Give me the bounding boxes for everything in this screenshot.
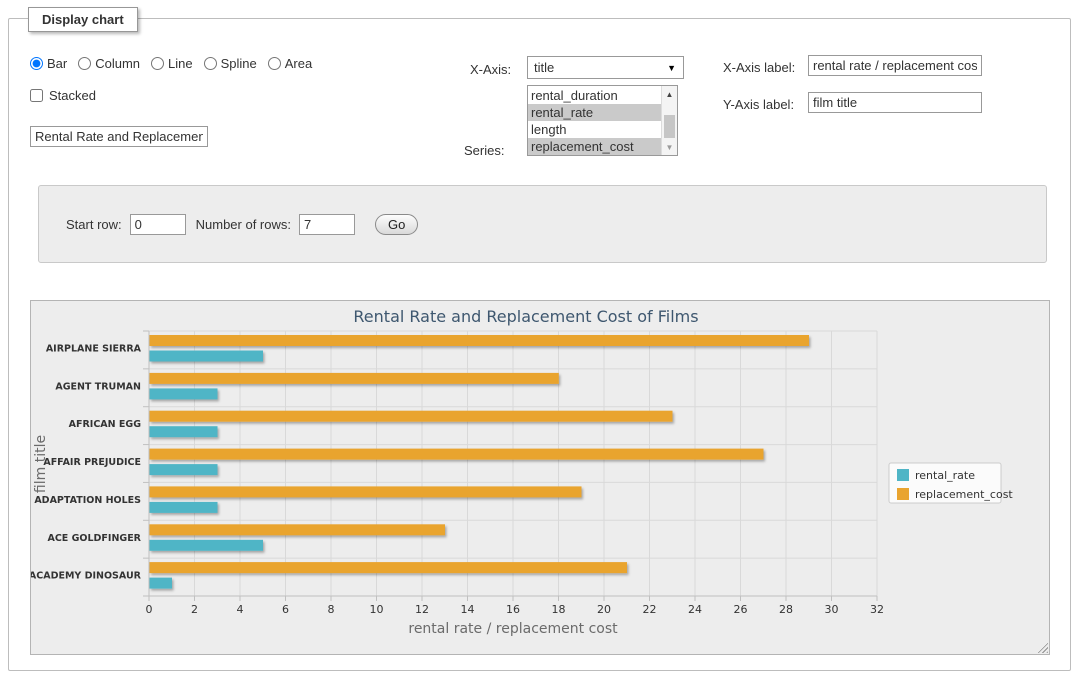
chart-type-option-area[interactable]: Area [268,56,312,71]
category-label: AFFAIR PREJUDICE [43,457,141,468]
fieldset-legend: Display chart [28,7,138,32]
series-select-label: Series: [464,143,504,158]
y-axis-label-input[interactable] [808,92,982,113]
x-tick-label: 4 [237,603,244,616]
y-axis-label-caption: Y-Axis label: [723,97,794,112]
chart-type-radio-group: Bar Column Line Spline Area [30,56,312,71]
bar-replacement_cost[interactable] [150,335,810,346]
chart-type-radio-label: Column [95,56,140,71]
bar-replacement_cost[interactable] [150,411,673,422]
x-tick-label: 12 [415,603,429,616]
x-tick-label: 6 [282,603,289,616]
start-row-label: Start row: [66,217,122,232]
category-label: AIRPLANE SIERRA [46,344,142,355]
series-option-length[interactable]: length [528,121,661,138]
chart-type-radio-label: Spline [221,56,257,71]
x-axis-selected-value: title [534,60,554,75]
legend-swatch [897,488,909,500]
bar-rental_rate[interactable] [150,351,264,362]
start-row-input[interactable] [130,214,186,235]
category-label: ACADEMY DINOSAUR [31,571,142,582]
bar-replacement_cost[interactable] [150,449,764,460]
display-chart-page: Display chart Bar Column Line Spline Area St… [0,0,1081,681]
legend-swatch [897,469,909,481]
x-tick-label: 0 [146,603,153,616]
bar-replacement_cost[interactable] [150,373,559,384]
x-axis-title: rental rate / replacement cost [408,621,618,637]
chart-title-input[interactable] [30,126,208,147]
stacked-checkbox[interactable] [30,89,43,102]
x-tick-label: 2 [191,603,198,616]
scroll-up-icon[interactable] [662,87,677,101]
y-axis-title: film title [33,435,49,493]
chart-type-radio-column[interactable] [78,57,91,70]
bar-replacement_cost[interactable] [150,562,628,573]
num-rows-label: Number of rows: [196,217,291,232]
x-tick-label: 16 [506,603,520,616]
bar-rental_rate[interactable] [150,578,173,589]
chart-type-radio-area[interactable] [268,57,281,70]
legend-label: rental_rate [915,469,975,482]
x-tick-label: 30 [825,603,839,616]
x-axis-label-caption: X-Axis label: [723,60,795,75]
x-tick-label: 24 [688,603,702,616]
category-label: AFRICAN EGG [69,419,142,430]
go-button[interactable]: Go [375,214,418,235]
chart-type-option-bar[interactable]: Bar [30,56,67,71]
scroll-down-icon[interactable] [662,140,677,154]
series-option-rental_duration[interactable]: rental_duration [528,87,661,104]
x-tick-label: 22 [643,603,657,616]
category-label: ADAPTATION HOLES [34,495,141,506]
x-tick-label: 18 [552,603,566,616]
chart-type-radio-spline[interactable] [204,57,217,70]
row-controls-panel: Start row: Number of rows: Go [38,185,1047,263]
bar-replacement_cost[interactable] [150,486,582,497]
x-tick-label: 8 [328,603,335,616]
x-tick-label: 28 [779,603,793,616]
x-axis-select[interactable]: title [527,56,684,79]
series-option-rental_rate[interactable]: rental_rate [528,104,661,121]
x-tick-label: 14 [461,603,475,616]
category-label: AGENT TRUMAN [55,381,141,392]
x-tick-label: 10 [370,603,384,616]
bar-rental_rate[interactable] [150,502,218,513]
series-options: rental_durationrental_ratelengthreplacem… [528,87,661,155]
legend-item-rental_rate[interactable]: rental_rate [897,469,975,482]
chart-type-radio-label: Bar [47,56,67,71]
legend-label: replacement_cost [915,488,1013,501]
series-scrollbar[interactable] [661,86,677,155]
bar-rental_rate[interactable] [150,426,218,437]
scrollbar-thumb[interactable] [664,115,675,138]
chart-type-radio-label: Area [285,56,312,71]
num-rows-input[interactable] [299,214,355,235]
chart-type-option-column[interactable]: Column [78,56,140,71]
series-multiselect[interactable]: rental_durationrental_ratelengthreplacem… [527,85,678,156]
x-tick-label: 32 [870,603,884,616]
bar-chart: 02468101214161820222426283032AIRPLANE SI… [31,301,1049,654]
bar-rental_rate[interactable] [150,388,218,399]
chart-type-radio-label: Line [168,56,193,71]
bar-rental_rate[interactable] [150,464,218,475]
x-axis-select-label: X-Axis: [470,62,511,77]
stacked-row: Stacked [30,88,96,103]
bar-rental_rate[interactable] [150,540,264,551]
chart-type-radio-line[interactable] [151,57,164,70]
bar-replacement_cost[interactable] [150,524,446,535]
category-label: ACE GOLDFINGER [47,533,141,544]
stacked-label: Stacked [49,88,96,103]
chart-panel: 02468101214161820222426283032AIRPLANE SI… [30,300,1050,655]
x-tick-label: 26 [734,603,748,616]
chart-type-radio-bar[interactable] [30,57,43,70]
chart-title: Rental Rate and Replacement Cost of Film… [353,307,698,326]
chart-type-option-spline[interactable]: Spline [204,56,257,71]
x-tick-label: 20 [597,603,611,616]
legend-item-replacement_cost[interactable]: replacement_cost [897,488,1013,501]
x-axis-label-input[interactable] [808,55,982,76]
series-option-replacement_cost[interactable]: replacement_cost [528,138,661,155]
chart-type-option-line[interactable]: Line [151,56,193,71]
